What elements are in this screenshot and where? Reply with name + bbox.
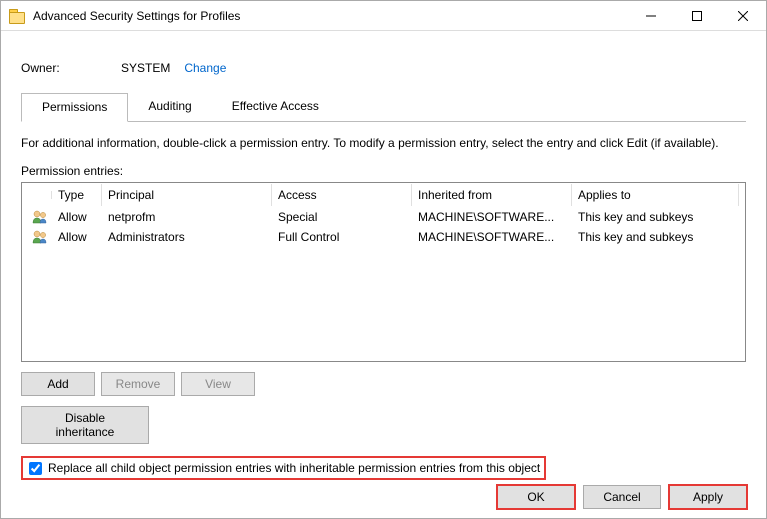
dialog-footer: OK Cancel Apply (497, 485, 747, 509)
cell-type: Allow (52, 230, 102, 244)
cell-principal: Administrators (102, 230, 272, 244)
window-title: Advanced Security Settings for Profiles (33, 9, 240, 23)
change-owner-link[interactable]: Change (184, 61, 226, 75)
col-principal[interactable]: Principal (102, 184, 272, 206)
replace-checkbox-label: Replace all child object permission entr… (48, 461, 540, 475)
cell-applies: This key and subkeys (572, 210, 739, 224)
col-type[interactable]: Type (52, 184, 102, 206)
minimize-button[interactable] (628, 1, 674, 31)
folder-icon (9, 9, 25, 23)
replace-checkbox-row[interactable]: Replace all child object permission entr… (21, 456, 546, 480)
replace-checkbox[interactable] (29, 462, 42, 475)
tabs: Permissions Auditing Effective Access (21, 93, 746, 122)
cell-access: Full Control (272, 230, 412, 244)
owner-row: Owner: SYSTEM Change (21, 61, 746, 75)
tab-auditing[interactable]: Auditing (128, 93, 211, 121)
users-icon (28, 230, 52, 244)
apply-button[interactable]: Apply (669, 485, 747, 509)
table-row[interactable]: Allow netprofm Special MACHINE\SOFTWARE.… (22, 207, 745, 227)
close-button[interactable] (720, 1, 766, 31)
col-applies[interactable]: Applies to (572, 184, 739, 206)
tab-permissions[interactable]: Permissions (21, 93, 128, 122)
cancel-button[interactable]: Cancel (583, 485, 661, 509)
entries-label: Permission entries: (21, 164, 746, 178)
view-button[interactable]: View (181, 372, 255, 396)
col-access[interactable]: Access (272, 184, 412, 206)
cell-type: Allow (52, 210, 102, 224)
instruction-text: For additional information, double-click… (21, 136, 746, 150)
cell-access: Special (272, 210, 412, 224)
col-inherited[interactable]: Inherited from (412, 184, 572, 206)
add-button[interactable]: Add (21, 372, 95, 396)
titlebar: Advanced Security Settings for Profiles (1, 1, 766, 31)
table-row[interactable]: Allow Administrators Full Control MACHIN… (22, 227, 745, 247)
permissions-table: Type Principal Access Inherited from App… (21, 182, 746, 362)
owner-label: Owner: (21, 61, 121, 75)
maximize-button[interactable] (674, 1, 720, 31)
table-header: Type Principal Access Inherited from App… (22, 183, 745, 207)
disable-inheritance-button[interactable]: Disable inheritance (21, 406, 149, 444)
cell-applies: This key and subkeys (572, 230, 739, 244)
owner-value: SYSTEM (121, 61, 170, 75)
tab-effective-access[interactable]: Effective Access (212, 93, 339, 121)
remove-button[interactable]: Remove (101, 372, 175, 396)
cell-inherited: MACHINE\SOFTWARE... (412, 210, 572, 224)
users-icon (28, 210, 52, 224)
ok-button[interactable]: OK (497, 485, 575, 509)
cell-inherited: MACHINE\SOFTWARE... (412, 230, 572, 244)
cell-principal: netprofm (102, 210, 272, 224)
